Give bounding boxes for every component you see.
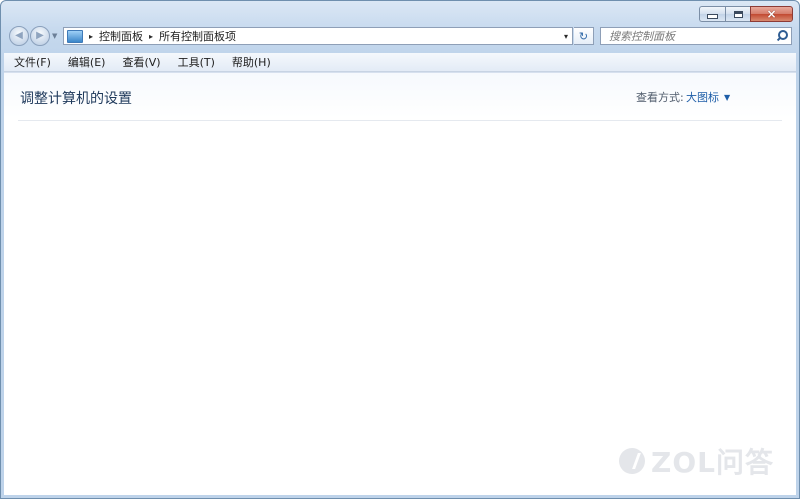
minimize-icon	[707, 14, 718, 19]
breadcrumb-control-panel[interactable]: 控制面板	[99, 28, 143, 44]
recent-pages-dropdown[interactable]: ▼	[52, 32, 57, 40]
watermark-logo-icon	[619, 448, 646, 474]
forward-button[interactable]: ▶	[30, 26, 50, 46]
menu-view[interactable]: 查看(V)	[112, 54, 167, 70]
maximize-button[interactable]	[725, 6, 750, 22]
menu-tools[interactable]: 工具(T)	[168, 54, 222, 70]
close-icon: ×	[766, 7, 777, 21]
view-by-dropdown[interactable]: 大图标 ▼	[686, 89, 730, 105]
refresh-button[interactable]: ↻	[574, 27, 594, 45]
menu-help[interactable]: 帮助(H)	[222, 54, 278, 70]
explorer-window: × ◀ ▶ ▼ ▸ 控制面板 ▸ 所有控制面板项 ▾ ↻ 文件(F)	[0, 0, 800, 499]
minimize-button[interactable]	[699, 6, 725, 22]
watermark: ZOL问答	[619, 441, 774, 481]
breadcrumb-separator[interactable]: ▸	[149, 32, 153, 41]
page-title: 调整计算机的设置	[20, 91, 132, 107]
view-by-label: 查看方式:	[636, 91, 684, 104]
maximize-icon	[733, 10, 743, 18]
back-arrow-icon: ◀	[15, 30, 23, 41]
divider	[18, 120, 782, 121]
menu-edit[interactable]: 编辑(E)	[58, 54, 113, 70]
watermark-text: ZOL问答	[651, 446, 774, 479]
navigation-bar: ◀ ▶ ▼ ▸ 控制面板 ▸ 所有控制面板项 ▾ ↻	[1, 26, 799, 50]
caption-buttons: ×	[699, 6, 793, 22]
search-icon[interactable]	[776, 30, 788, 42]
search-box[interactable]	[600, 27, 792, 45]
close-button[interactable]: ×	[750, 6, 793, 22]
view-by-value[interactable]: 大图标	[686, 89, 719, 105]
breadcrumb-separator[interactable]: ▸	[89, 32, 93, 41]
menu-bar: 文件(F) 编辑(E) 查看(V) 工具(T) 帮助(H)	[4, 53, 796, 72]
forward-arrow-icon: ▶	[36, 30, 44, 41]
content-pane: 调整计算机的设置 查看方式: 大图标 ▼ ZOL问答	[4, 72, 796, 495]
back-button[interactable]: ◀	[9, 26, 29, 46]
breadcrumb-all-items[interactable]: 所有控制面板项	[159, 28, 236, 44]
search-input[interactable]	[607, 28, 771, 44]
refresh-icon: ↻	[578, 29, 589, 43]
address-bar[interactable]: ▸ 控制面板 ▸ 所有控制面板项 ▾	[63, 27, 573, 45]
chevron-down-icon[interactable]: ▼	[724, 93, 730, 102]
control-panel-icon	[67, 29, 83, 43]
menu-file[interactable]: 文件(F)	[4, 54, 58, 70]
address-dropdown-icon[interactable]: ▾	[564, 32, 568, 41]
